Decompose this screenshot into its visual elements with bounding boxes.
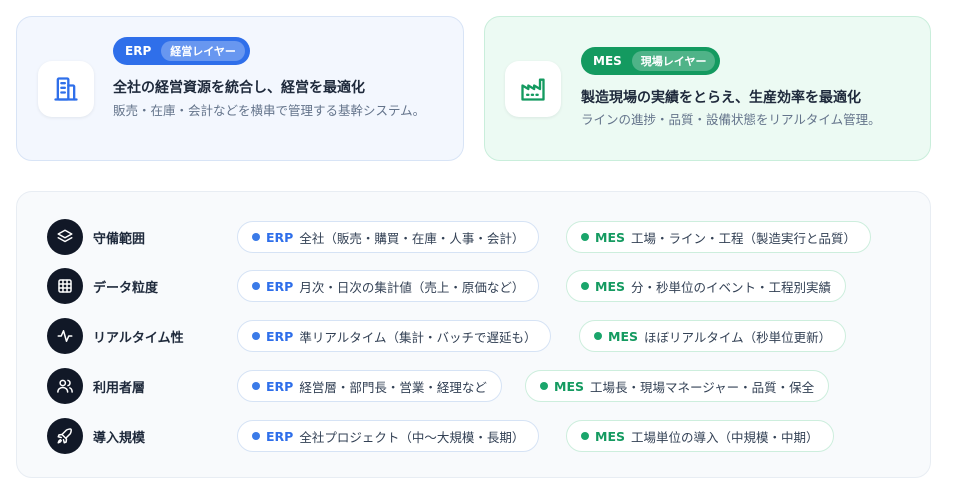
mes-chip-text: 工場・ライン・工程（製造実行と品質） bbox=[630, 230, 856, 246]
erp-card-description: 販売・在庫・会計などを横串で管理する基幹システム。 bbox=[113, 103, 426, 118]
erp-chip: ERP 準リアルタイム（集計・バッチで遅延も） bbox=[237, 320, 552, 352]
users-icon bbox=[47, 368, 83, 404]
mes-dot bbox=[581, 233, 589, 241]
erp-chip-text: 準リアルタイム（集計・バッチで遅延も） bbox=[299, 329, 537, 345]
row-label: データ粒度 bbox=[93, 281, 159, 296]
erp-chip: ERP 全社（販売・購買・在庫・人事・会計） bbox=[237, 221, 540, 253]
mes-badge: MES 現場レイヤー bbox=[581, 47, 721, 75]
erp-tag: ERP bbox=[266, 428, 294, 444]
mes-card-description: ラインの進捗・品質・設備状態をリアルタイム管理。 bbox=[581, 112, 881, 127]
mes-chip-text: 工場長・現場マネージャー・品質・保全 bbox=[589, 379, 815, 395]
mes-tag: MES bbox=[608, 328, 638, 344]
mes-tag: MES bbox=[595, 428, 625, 444]
mes-dot bbox=[581, 282, 589, 290]
mes-tag: MES bbox=[595, 229, 625, 245]
layers-icon bbox=[47, 219, 83, 255]
mes-chip: MES 工場単位の導入（中規模・中期） bbox=[566, 420, 834, 452]
comparison-row-realtime: リアルタイム性 ERP 準リアルタイム（集計・バッチで遅延も） MES ほぼリア… bbox=[17, 318, 930, 354]
erp-dot bbox=[252, 282, 260, 290]
mes-chip: MES 分・秒単位のイベント・工程別実績 bbox=[566, 270, 846, 302]
mes-chip: MES 工場長・現場マネージャー・品質・保全 bbox=[525, 370, 830, 402]
mes-layer-label: 現場レイヤー bbox=[631, 51, 716, 71]
mes-card: MES 現場レイヤー 製造現場の実績をとらえ、生産効率を最適化 ラインの進捗・品… bbox=[484, 16, 931, 161]
comparison-row-users: 利用者層 ERP 経営層・部門長・営業・経理など MES 工場長・現場マネージャ… bbox=[17, 368, 930, 404]
erp-chip-text: 全社プロジェクト（中〜大規模・長期） bbox=[299, 429, 525, 445]
factory-icon bbox=[505, 61, 561, 117]
mes-card-title: 製造現場の実績をとらえ、生産効率を最適化 bbox=[581, 90, 861, 106]
erp-chip: ERP 全社プロジェクト（中〜大規模・長期） bbox=[237, 420, 540, 452]
mes-tag: MES bbox=[554, 378, 584, 394]
erp-chip-text: 月次・日次の集計値（売上・原価など） bbox=[299, 279, 525, 295]
erp-card-title: 全社の経営資源を統合し、経営を最適化 bbox=[113, 80, 365, 96]
erp-layer-label: 経営レイヤー bbox=[161, 41, 245, 61]
row-label: 利用者層 bbox=[93, 381, 146, 396]
mes-chip-text: 工場単位の導入（中規模・中期） bbox=[630, 429, 819, 445]
mes-dot bbox=[581, 432, 589, 440]
erp-badge: ERP 経営レイヤー bbox=[113, 37, 250, 65]
building-icon bbox=[38, 61, 94, 117]
activity-icon bbox=[47, 318, 83, 354]
mes-tag: MES bbox=[595, 278, 625, 294]
erp-chip-text: 全社（販売・購買・在庫・人事・会計） bbox=[299, 230, 525, 246]
erp-chip-text: 経営層・部門長・営業・経理など bbox=[299, 379, 487, 395]
erp-tag: ERP bbox=[266, 278, 294, 294]
comparison-panel: 守備範囲 ERP 全社（販売・購買・在庫・人事・会計） MES 工場・ライン・工… bbox=[16, 191, 931, 478]
comparison-row-scale: 導入規模 ERP 全社プロジェクト（中〜大規模・長期） MES 工場単位の導入（… bbox=[17, 418, 930, 454]
mes-chip: MES 工場・ライン・工程（製造実行と品質） bbox=[566, 221, 871, 253]
comparison-row-granularity: データ粒度 ERP 月次・日次の集計値（売上・原価など） MES 分・秒単位のイ… bbox=[17, 268, 930, 304]
row-label: リアルタイム性 bbox=[93, 331, 184, 346]
erp-tag: ERP bbox=[266, 378, 294, 394]
mes-badge-label: MES bbox=[593, 54, 622, 68]
rocket-icon bbox=[47, 418, 83, 454]
row-label: 導入規模 bbox=[93, 431, 146, 446]
erp-chip: ERP 経営層・部門長・営業・経理など bbox=[237, 370, 502, 402]
mes-chip: MES ほぼリアルタイム（秒単位更新） bbox=[579, 320, 847, 352]
erp-badge-label: ERP bbox=[125, 44, 152, 58]
erp-chip: ERP 月次・日次の集計値（売上・原価など） bbox=[237, 270, 540, 302]
mes-chip-text: 分・秒単位のイベント・工程別実績 bbox=[630, 279, 831, 295]
erp-tag: ERP bbox=[266, 229, 294, 245]
grid-icon bbox=[47, 268, 83, 304]
mes-chip-text: ほぼリアルタイム（秒単位更新） bbox=[643, 329, 832, 345]
erp-dot bbox=[252, 332, 260, 340]
erp-dot bbox=[252, 233, 260, 241]
erp-card: ERP 経営レイヤー 全社の経営資源を統合し、経営を最適化 販売・在庫・会計など… bbox=[16, 16, 464, 161]
mes-dot bbox=[594, 332, 602, 340]
erp-dot bbox=[252, 432, 260, 440]
mes-dot bbox=[540, 382, 548, 390]
row-label: 守備範囲 bbox=[93, 232, 146, 247]
erp-tag: ERP bbox=[266, 328, 294, 344]
comparison-row-scope: 守備範囲 ERP 全社（販売・購買・在庫・人事・会計） MES 工場・ライン・工… bbox=[17, 219, 930, 255]
erp-dot bbox=[252, 382, 260, 390]
